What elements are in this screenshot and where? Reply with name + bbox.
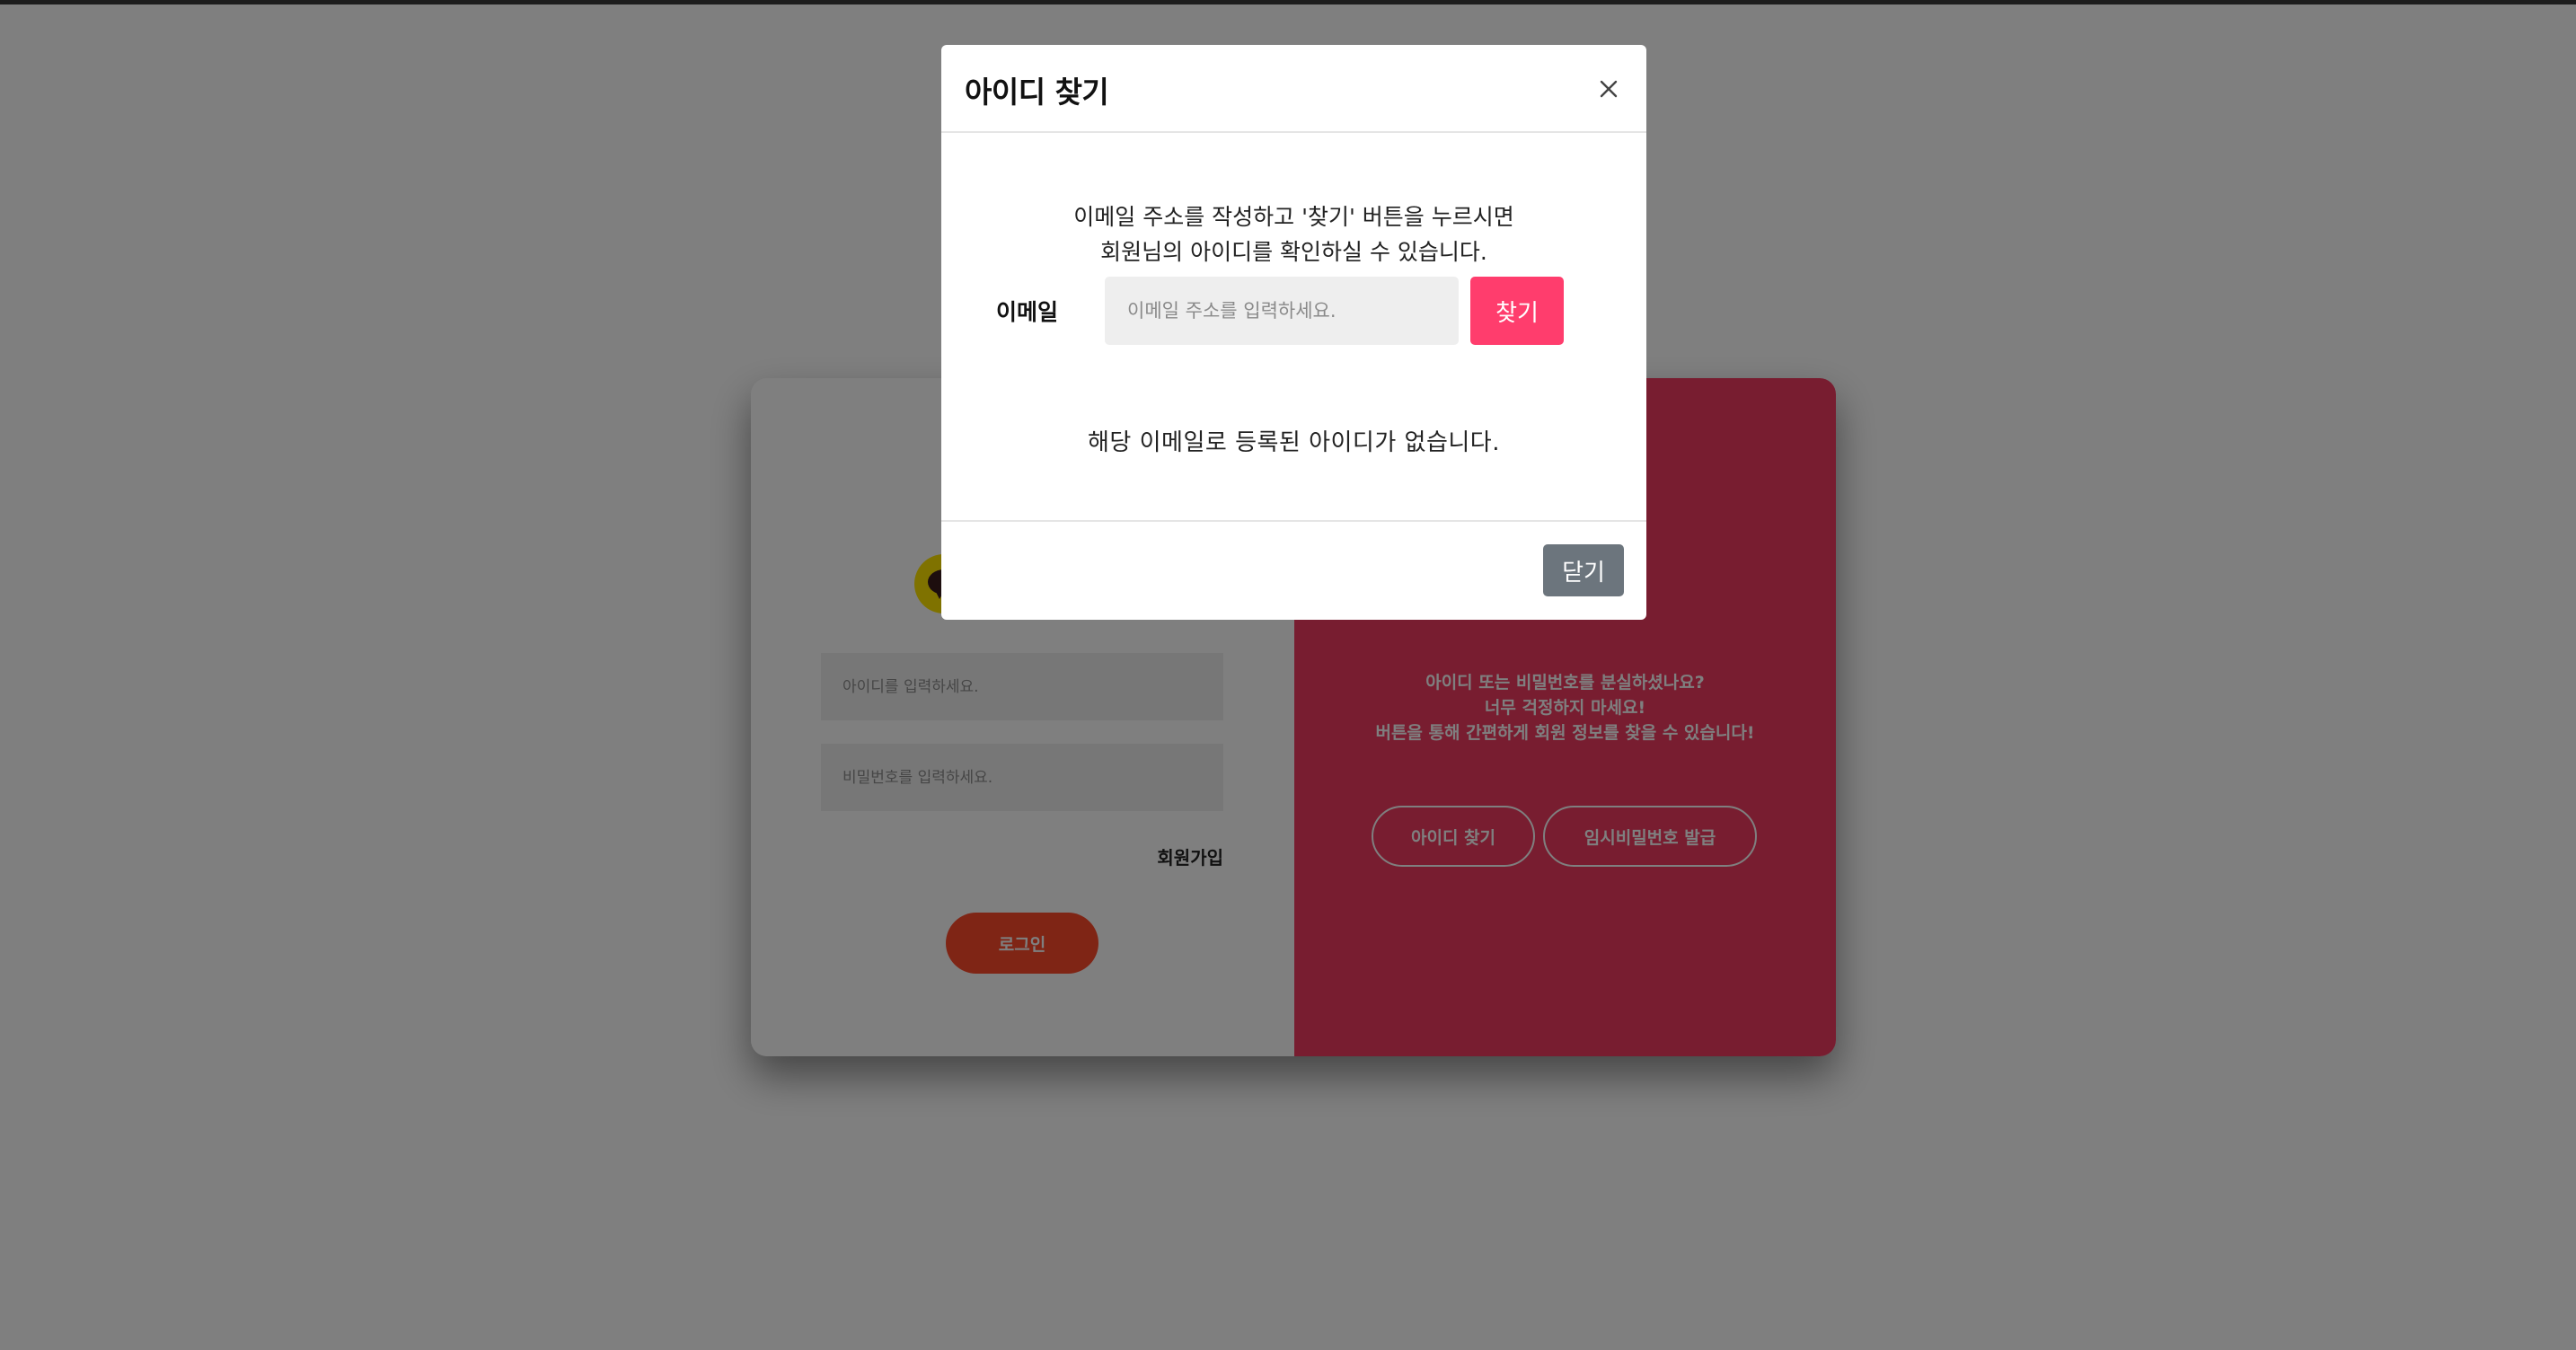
modal-title: 아이디 찾기 (965, 75, 1109, 110)
result-message: 해당 이메일로 등록된 아이디가 없습니다. (1088, 429, 1500, 456)
find-id-modal: 아이디 찾기 이메일 주소를 작성하고 '찾기' 버튼을 누르시면 회원님의 아… (941, 45, 1646, 620)
modal-body: 이메일 주소를 작성하고 '찾기' 버튼을 누르시면 회원님의 아이디를 확인하… (941, 133, 1646, 566)
email-label: 이메일 (996, 299, 1059, 325)
close-button[interactable]: 닫기 (1543, 544, 1624, 596)
close-icon[interactable] (1593, 74, 1624, 104)
modal-footer: 닫기 (941, 520, 1646, 620)
email-input[interactable] (1105, 277, 1459, 345)
modal-description: 이메일 주소를 작성하고 '찾기' 버튼을 누르시면 회원님의 아이디를 확인하… (941, 199, 1646, 269)
modal-header: 아이디 찾기 (941, 45, 1646, 133)
description-line: 이메일 주소를 작성하고 '찾기' 버튼을 누르시면 (1073, 204, 1514, 230)
search-button[interactable]: 찾기 (1470, 277, 1564, 345)
description-line: 회원님의 아이디를 확인하실 수 있습니다. (1100, 239, 1487, 265)
